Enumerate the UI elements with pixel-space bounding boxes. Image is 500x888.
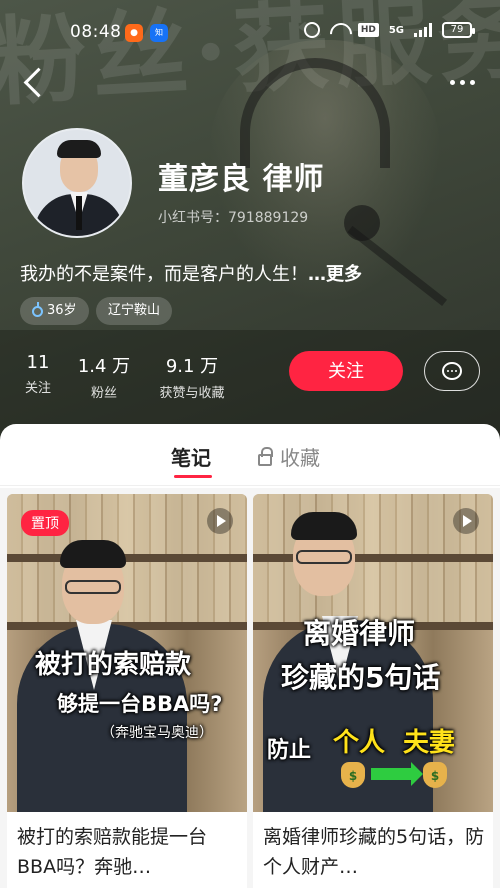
location-label: 辽宁鞍山 xyxy=(108,303,161,318)
note-card[interactable]: 置顶 被打的索赔款 够提一台BBA吗? （奔驰宝马奥迪） 被打的索赔款能提一台B… xyxy=(7,494,247,888)
notes-grid: 置顶 被打的索赔款 够提一台BBA吗? （奔驰宝马奥迪） 被打的索赔款能提一台B… xyxy=(0,488,500,888)
battery-icon: 79 xyxy=(442,22,475,38)
cover-caption-line2: 珍藏的5句话 xyxy=(281,661,441,694)
stat-followers[interactable]: 1.4 万 粉丝 xyxy=(76,352,132,401)
location-tag: 辽宁鞍山 xyxy=(96,297,173,325)
age-tag: 36岁 xyxy=(20,297,89,325)
note-cover-image[interactable]: 置顶 被打的索赔款 够提一台BBA吗? （奔驰宝马奥迪） xyxy=(7,494,247,812)
follow-button[interactable]: 关注 xyxy=(289,351,403,391)
background-microphone xyxy=(344,205,380,241)
followers-label: 粉丝 xyxy=(90,386,117,401)
cover-caption-line1: 离婚律师 xyxy=(303,617,416,650)
stat-likes-collects[interactable]: 9.1 万 获赞与收藏 xyxy=(150,352,234,401)
back-arrow-icon[interactable] xyxy=(18,66,50,98)
battery-level: 79 xyxy=(450,24,464,35)
more-dots-icon[interactable] xyxy=(446,70,478,94)
play-icon xyxy=(207,508,233,534)
cover-caption-prevent: 防止 xyxy=(267,738,312,763)
money-bag-icon: $ xyxy=(423,762,447,788)
male-icon xyxy=(32,301,43,317)
message-button[interactable] xyxy=(424,351,480,391)
cover-caption-personal: 个人 xyxy=(333,728,386,758)
note-title[interactable]: 离婚律师珍藏的5句话，防个人财产… xyxy=(263,822,485,882)
cover-caption-line2: 够提一台BBA吗? xyxy=(57,692,223,716)
note-card[interactable]: 离婚律师 珍藏的5句话 防止 个人 夫妻 $ $ 离婚律师珍藏的5句话，防个人财… xyxy=(253,494,493,888)
tab-notes[interactable]: 笔记 xyxy=(171,442,212,478)
content-panel: 笔记 收藏 置顶 被打的索赔款 够提一台BBA吗? （奔驰宝马奥迪） 被打的索赔… xyxy=(0,424,500,888)
network-type: 5G xyxy=(388,24,404,36)
profile-tabs: 笔记 收藏 xyxy=(0,424,500,486)
play-icon xyxy=(453,508,479,534)
likes-label: 获赞与收藏 xyxy=(159,386,225,401)
profile-name: 董彦良 律师 xyxy=(158,162,325,197)
active-tab-indicator xyxy=(174,475,212,478)
cover-caption-line1: 被打的索赔款 xyxy=(35,650,192,680)
avatar[interactable] xyxy=(22,128,132,238)
cover-caption-couple: 夫妻 xyxy=(403,728,456,758)
stat-following[interactable]: 11 关注 xyxy=(20,352,56,396)
zhihu-app-icon: 知 xyxy=(150,24,168,42)
chat-bubble-icon xyxy=(442,362,462,380)
tab-collections[interactable]: 收藏 xyxy=(258,442,320,471)
money-bag-icon: $ xyxy=(341,762,365,788)
following-count: 11 xyxy=(26,352,50,373)
bio-text: 我办的不是案件，而是客户的人生！ xyxy=(20,264,308,285)
wifi-icon xyxy=(330,23,348,37)
status-time: 08:48 xyxy=(70,22,122,42)
status-bar: 08:48 ● 知 HD 5G 79 xyxy=(0,0,500,64)
following-label: 关注 xyxy=(24,381,51,396)
signal-icon xyxy=(414,23,432,37)
hd-badge: HD xyxy=(357,23,379,37)
note-title[interactable]: 被打的索赔款能提一台BBA吗？奔驰… xyxy=(17,822,239,882)
note-cover-image[interactable]: 离婚律师 珍藏的5句话 防止 个人 夫妻 $ $ xyxy=(253,494,493,812)
profile-bio[interactable]: 我办的不是案件，而是客户的人生！…更多 xyxy=(20,260,362,286)
age-label: 36岁 xyxy=(47,303,77,318)
pinned-badge: 置顶 xyxy=(21,510,69,536)
tab-notes-label: 笔记 xyxy=(171,446,211,470)
cover-caption-line3: （奔驰宝马奥迪） xyxy=(101,725,213,741)
alarm-icon xyxy=(303,22,320,38)
likes-count: 9.1 万 xyxy=(165,356,219,377)
green-arrow-icon xyxy=(371,762,423,786)
tab-collections-label: 收藏 xyxy=(280,446,320,470)
followers-count: 1.4 万 xyxy=(77,356,131,377)
bio-more-link[interactable]: …更多 xyxy=(308,264,362,285)
red-id: 小红书号：791889129 xyxy=(158,210,309,226)
notification-app-icon: ● xyxy=(125,24,143,42)
lock-icon xyxy=(258,446,273,466)
